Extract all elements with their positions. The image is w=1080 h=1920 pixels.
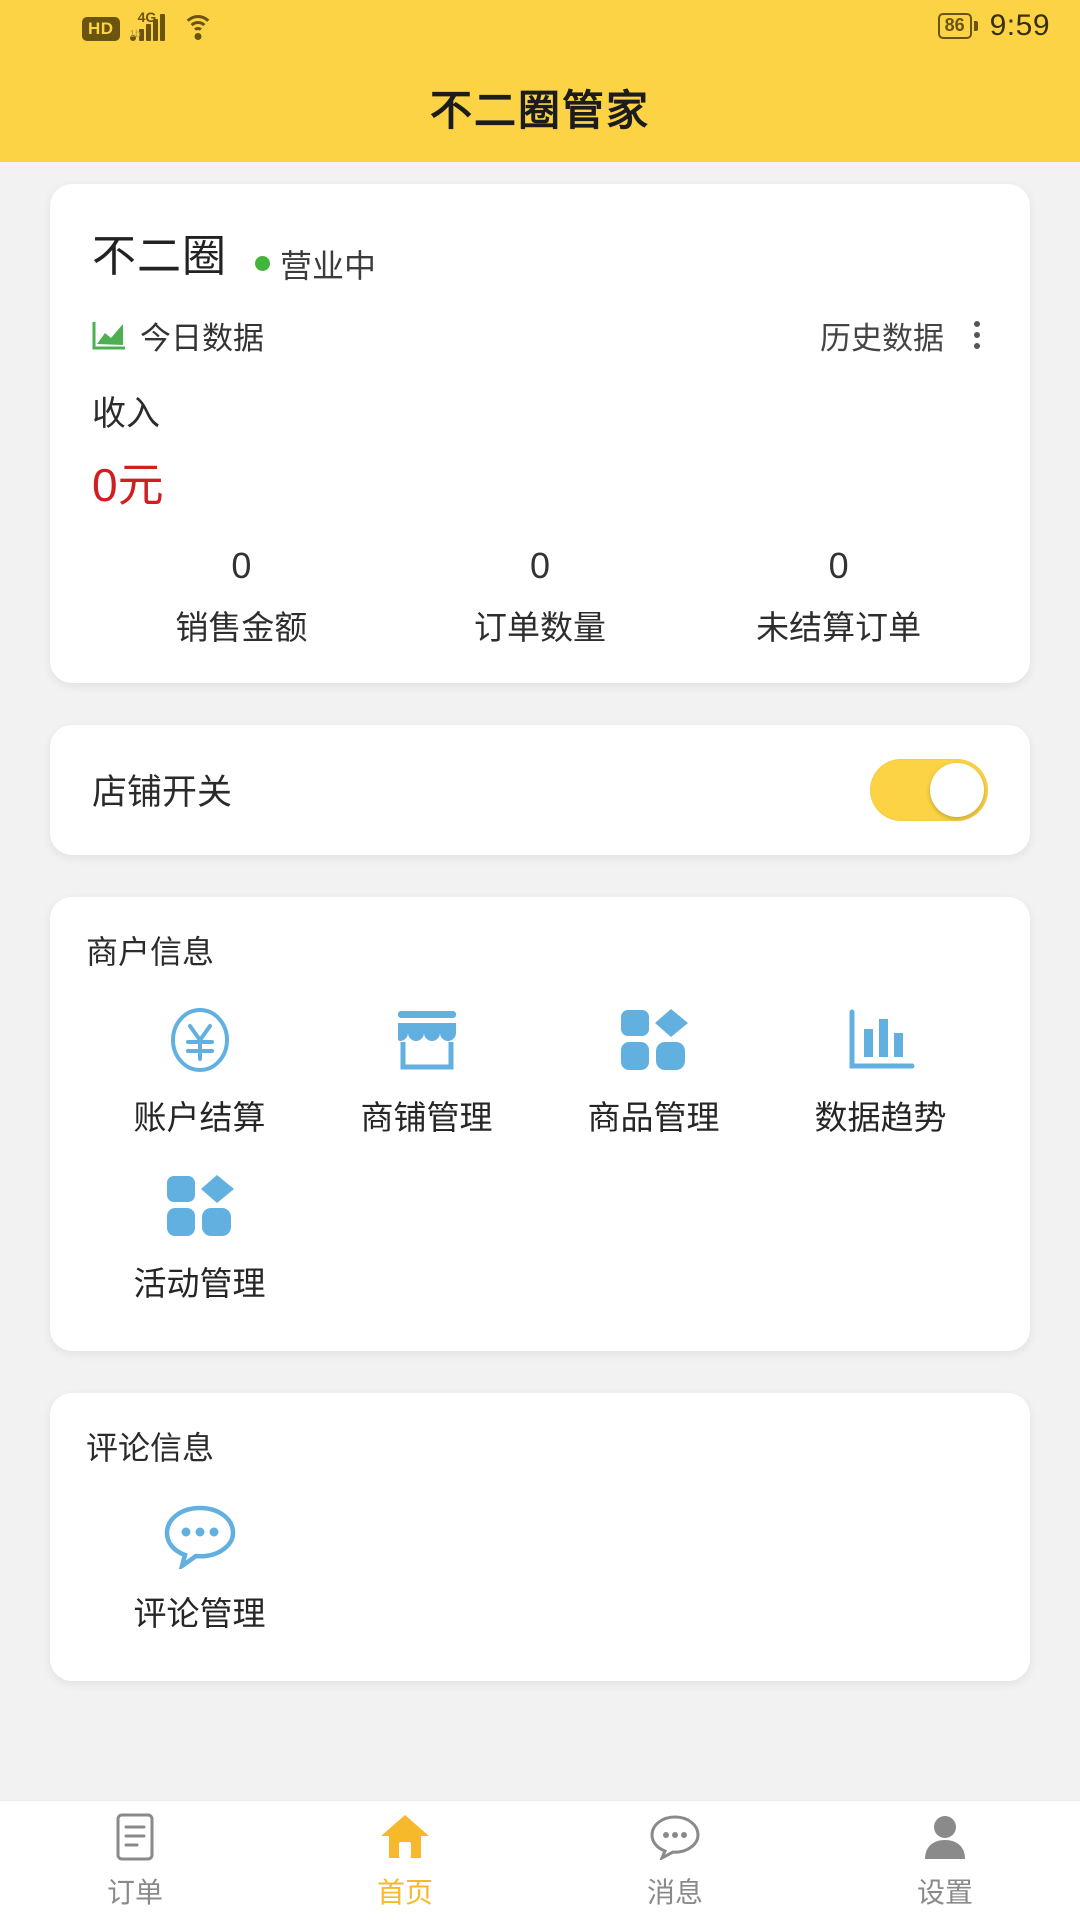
stat-value: 0 <box>529 544 551 586</box>
stats-row: 0 销售金额 0 订单数量 0 未结算订单 <box>92 545 988 649</box>
toggle-knob <box>930 762 984 817</box>
stat-value: 0 <box>828 544 849 586</box>
tab-messages[interactable]: 消息 <box>540 1801 810 1920</box>
tile-shop-management[interactable]: 商铺管理 <box>313 979 540 1145</box>
stat-value: 0 <box>231 544 252 586</box>
grid-shapes-icon <box>162 1171 238 1241</box>
tab-label: 设置 <box>916 1876 973 1908</box>
battery-icon: 86 <box>937 13 978 39</box>
today-data-group: 今日数据 <box>92 313 264 358</box>
signal-icon: 4G 1b <box>129 9 165 41</box>
stat-label: 销售金额 <box>175 608 308 646</box>
merchant-info-section: 商户信息 账户结算 商铺管理 商品管理 数据趋势 活动管理 <box>50 896 1030 1351</box>
shop-header-row: 不二圈 营业中 <box>92 220 988 287</box>
status-bar: HD 4G 1b 86 9:59 <box>0 0 1080 52</box>
tile-label: 数据趋势 <box>814 1098 947 1136</box>
tile-label: 活动管理 <box>133 1264 266 1302</box>
open-status-label: 营业中 <box>280 247 377 284</box>
tab-orders[interactable]: 订单 <box>0 1801 270 1920</box>
tile-comment-management[interactable]: 评论管理 <box>86 1475 313 1641</box>
income-label: 收入 <box>92 394 160 433</box>
app-screen: HD 4G 1b 86 9:59 不二圈管家 不二圈 营业中 今日数据 历史数据… <box>0 0 1080 1920</box>
shop-switch-label: 店铺开关 <box>92 773 233 812</box>
tile-label: 账户结算 <box>133 1098 266 1136</box>
tab-label: 首页 <box>376 1876 433 1908</box>
status-badge: 营业中 <box>255 241 376 287</box>
main-content: 不二圈 营业中 今日数据 历史数据 收入 0元 0 销售金额 0 订单数量 0 … <box>0 162 1080 1800</box>
grid-shapes-icon <box>616 1005 692 1075</box>
data-actions: 历史数据 <box>820 313 988 358</box>
comment-tile-grid: 评论管理 <box>86 1475 994 1641</box>
tile-data-trend[interactable]: 数据趋势 <box>767 979 994 1145</box>
income-value: 0元 <box>92 458 164 511</box>
comment-info-section: 评论信息 评论管理 <box>50 1392 1030 1681</box>
kebab-menu-icon[interactable] <box>966 315 988 355</box>
status-bar-left: HD 4G 1b <box>82 9 215 41</box>
tab-home[interactable]: 首页 <box>270 1801 540 1920</box>
storefront-icon <box>389 1005 465 1075</box>
today-data-card: 不二圈 营业中 今日数据 历史数据 收入 0元 0 销售金额 0 订单数量 0 … <box>50 184 1030 683</box>
message-icon <box>649 1811 701 1863</box>
stat-item-unsettled[interactable]: 0 未结算订单 <box>689 545 988 649</box>
shop-switch-row[interactable]: 店铺开关 <box>50 724 1030 855</box>
wifi-icon <box>181 13 215 41</box>
hd-icon: HD <box>82 17 120 41</box>
battery-level: 86 <box>937 13 972 39</box>
order-list-icon <box>113 1811 157 1863</box>
tab-label: 消息 <box>646 1876 703 1908</box>
tile-product-management[interactable]: 商品管理 <box>540 979 767 1145</box>
bar-chart-icon <box>843 1005 919 1075</box>
section-title: 评论信息 <box>86 1429 215 1466</box>
app-header: 不二圈管家 <box>0 52 1080 162</box>
yen-circle-icon <box>162 1005 238 1075</box>
chat-bubble-icon <box>162 1501 238 1571</box>
network-type-label: 4G <box>137 9 157 25</box>
open-status-dot-icon <box>255 256 270 271</box>
tab-settings[interactable]: 设置 <box>810 1801 1080 1920</box>
stat-label: 未结算订单 <box>756 608 922 646</box>
tile-activity-management[interactable]: 活动管理 <box>86 1145 313 1311</box>
merchant-tile-grid: 账户结算 商铺管理 商品管理 数据趋势 活动管理 <box>86 979 994 1311</box>
status-bar-right: 86 9:59 <box>937 9 1050 43</box>
section-title: 商户信息 <box>86 933 215 970</box>
page-title: 不二圈管家 <box>429 86 650 134</box>
settings-user-icon <box>922 1811 968 1863</box>
shop-switch-toggle[interactable] <box>870 758 988 821</box>
line-chart-icon <box>92 320 126 350</box>
stat-label: 订单数量 <box>474 608 606 646</box>
home-icon <box>379 1811 431 1863</box>
tile-label: 评论管理 <box>133 1594 266 1632</box>
history-data-button[interactable]: 历史数据 <box>820 313 944 358</box>
tile-label: 商品管理 <box>587 1098 720 1136</box>
data-meta-row: 今日数据 历史数据 <box>92 313 988 358</box>
stat-item-sales[interactable]: 0 销售金额 <box>92 545 391 649</box>
network-sub-label: 1b <box>129 29 141 40</box>
tile-label: 商铺管理 <box>360 1098 493 1136</box>
today-data-label: 今日数据 <box>140 320 264 356</box>
stat-item-orders[interactable]: 0 订单数量 <box>391 545 690 649</box>
tile-account-settlement[interactable]: 账户结算 <box>86 979 313 1145</box>
shop-name: 不二圈 <box>92 232 227 281</box>
tab-label: 订单 <box>106 1876 163 1908</box>
bottom-tabbar: 订单 首页 消息 设置 <box>0 1800 1080 1920</box>
status-clock: 9:59 <box>989 9 1050 42</box>
